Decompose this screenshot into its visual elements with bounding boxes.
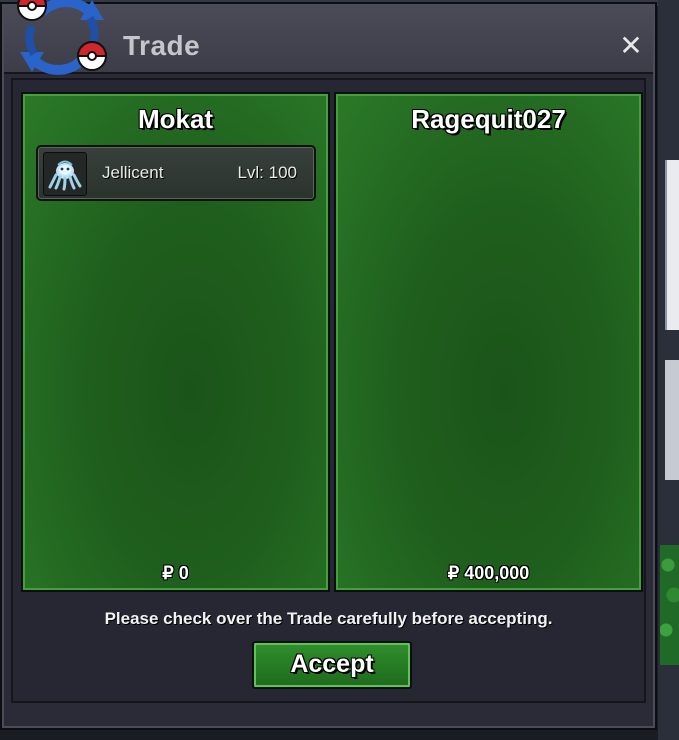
trade-content: Mokat Jellicent Lvl: 100 ₽ 0 Ragequit027…: [11, 78, 646, 703]
trade-panel-partner: Ragequit027 ₽ 400,000: [334, 92, 643, 592]
trade-panel-self: Mokat Jellicent Lvl: 100 ₽ 0: [21, 92, 330, 592]
background-hud-panel-lower: [665, 360, 679, 480]
player-name-self: Mokat: [137, 104, 214, 134]
player-name-partner: Ragequit027: [411, 104, 566, 134]
background-bush: [660, 545, 679, 665]
jellicent-sprite-icon: [43, 152, 87, 196]
window-title: Trade: [123, 30, 201, 61]
background-hud-panel: [665, 160, 679, 330]
close-icon[interactable]: ✕: [617, 32, 645, 60]
item-pokemon-name: Jellicent: [102, 163, 164, 182]
trade-notice: Please check over the Trade carefully be…: [104, 609, 553, 628]
accept-button[interactable]: Accept: [252, 641, 412, 689]
trade-item-slot[interactable]: Jellicent Lvl: 100: [36, 145, 316, 201]
item-pokemon-level: Lvl: 100: [237, 163, 297, 182]
trade-window: Trade ✕ Mokat Jellicent Lvl: 100 ₽ 0 Rag…: [0, 2, 657, 730]
money-offer-self: ₽ 0: [162, 563, 189, 583]
trade-swap-pokeball-icon: [12, 0, 112, 80]
money-offer-partner: ₽ 400,000: [447, 563, 530, 583]
